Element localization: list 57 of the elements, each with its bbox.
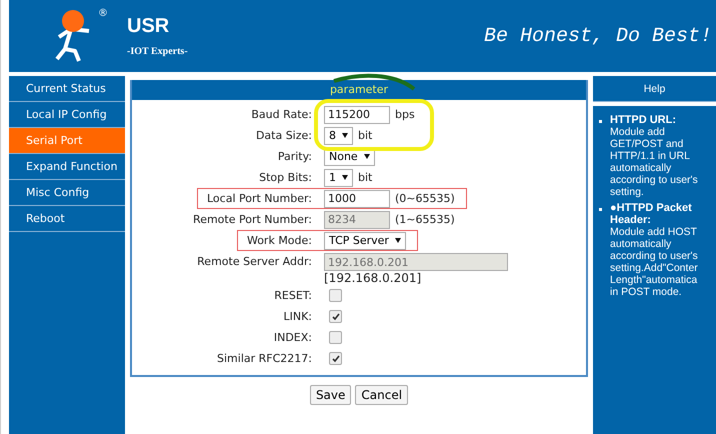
field-label: Remote Port Number: [193, 212, 312, 228]
checkmark-icon [332, 312, 340, 320]
field-label: RESET: [274, 288, 312, 304]
unit-label: bit [358, 171, 372, 184]
help-text: setting.Add"Conter [610, 262, 699, 274]
help-heading: HTTPD URL: [610, 114, 677, 126]
checkmark-icon [332, 354, 340, 362]
unit-label: bps [395, 108, 415, 121]
caret-icon [342, 133, 348, 138]
checkbox[interactable] [329, 310, 342, 323]
cancel-button[interactable]: Cancel [355, 385, 408, 405]
tagline: -IOT Experts- [127, 46, 188, 57]
help-text: automatically [610, 162, 672, 174]
help-text: Length"automatica [610, 274, 698, 286]
registered-mark: ® [98, 8, 108, 19]
help-text: according to user's [610, 250, 699, 262]
field-label: Similar RFC2217: [217, 351, 312, 367]
text-field[interactable]: 115200 [324, 106, 390, 124]
bullet-icon [599, 208, 602, 211]
field-label: Work Mode: [246, 233, 312, 249]
field-label: LINK: [283, 309, 312, 325]
checkbox[interactable] [329, 331, 342, 344]
slogan: Be Honest, Do Best! [484, 24, 712, 48]
help-text: in POST mode. [610, 286, 683, 298]
panel-title: parameter [132, 80, 586, 100]
help-text: HTTP/1.1 in URL [610, 150, 691, 162]
dropdown[interactable]: 8 [324, 126, 353, 144]
save-button[interactable]: Save [310, 385, 352, 405]
unit-label: (0~65535) [395, 192, 455, 205]
help-title: Help [593, 76, 716, 102]
help-text: setting. [610, 186, 645, 198]
field-label: Baud Rate: [251, 107, 312, 123]
dropdown[interactable]: TCP Server [324, 232, 406, 250]
field-label: INDEX: [274, 330, 312, 346]
help-text: according to user's [610, 174, 699, 186]
help-heading: ●HTTPD Packet Header: [610, 202, 693, 226]
field-label: Stop Bits: [259, 170, 312, 186]
checkbox[interactable] [329, 289, 342, 302]
field-label: Local Port Number: [206, 191, 312, 207]
caret-icon [394, 238, 401, 243]
caret-icon [342, 175, 348, 180]
help-text: automatically [610, 238, 672, 250]
bullet-icon [599, 120, 602, 123]
checkbox[interactable] [329, 352, 342, 365]
address-note: [192.168.0.201] [324, 271, 422, 285]
text-field[interactable]: 1000 [324, 190, 390, 208]
brand-name: USR [127, 15, 170, 38]
help-text: Module add [610, 126, 666, 138]
field-label: Remote Server Addr: [197, 254, 312, 270]
help-text: Module add HOST [610, 226, 698, 238]
field-label: Data Size: [256, 128, 312, 144]
unit-label: bit [358, 129, 372, 142]
help-text: GET/POST and [610, 138, 684, 150]
field-label: Parity: [278, 149, 312, 165]
caret-icon [364, 154, 370, 159]
unit-label: (1~65535) [395, 213, 455, 226]
dropdown[interactable]: 1 [324, 168, 353, 186]
